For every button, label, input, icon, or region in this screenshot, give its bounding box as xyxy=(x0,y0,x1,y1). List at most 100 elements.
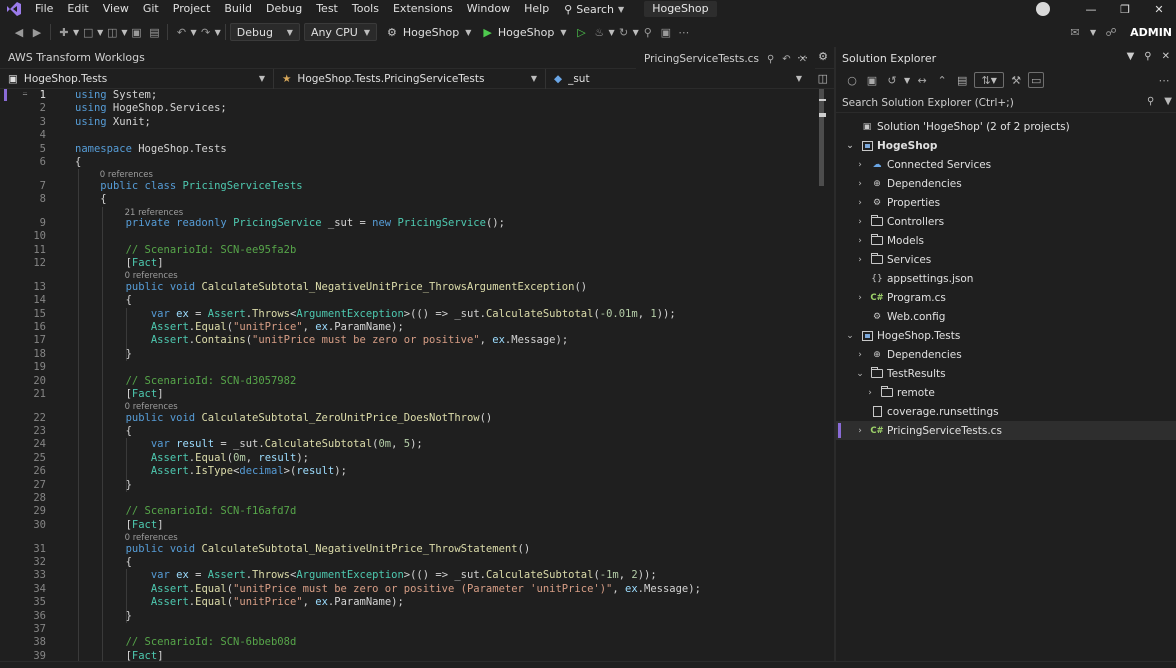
menu-item-window[interactable]: Window xyxy=(460,0,517,18)
code-line[interactable]: 3 using Xunit; xyxy=(0,116,820,129)
tree-item[interactable]: {} appsettings.json xyxy=(836,269,1176,288)
code-line[interactable]: 34 Assert.Equal("unitPrice must be zero … xyxy=(0,583,820,596)
tree-item[interactable]: ⌄ TestResults xyxy=(836,364,1176,383)
code-line[interactable]: 21 [Fact] xyxy=(0,388,820,401)
code-line[interactable]: 18 } xyxy=(0,348,820,361)
code-line[interactable]: 25 Assert.Equal(0m, result); xyxy=(0,452,820,465)
code-line[interactable]: 32 { xyxy=(0,556,820,569)
more-icon[interactable]: ⋯ xyxy=(1156,72,1172,88)
code-line[interactable]: 13 public void CalculateSubtotal_Negativ… xyxy=(0,281,820,294)
chevron-down-icon[interactable]: ▼ xyxy=(904,76,910,85)
tree-item[interactable]: ⌄ HogeShop xyxy=(836,136,1176,155)
chevron-right-icon[interactable]: › xyxy=(854,179,866,189)
code-line[interactable]: 14 { xyxy=(0,294,820,307)
collapse-all-icon[interactable]: ⌃ xyxy=(934,72,950,88)
code-line[interactable]: 22 public void CalculateSubtotal_ZeroUni… xyxy=(0,412,820,425)
code-line[interactable]: 5 namespace HogeShop.Tests xyxy=(0,143,820,156)
code-line[interactable]: 17 Assert.Contains("unitPrice must be ze… xyxy=(0,334,820,347)
menu-item-build[interactable]: Build xyxy=(217,0,259,18)
code-line[interactable]: 6{ xyxy=(0,156,820,169)
code-line[interactable]: 11 // ScenarioId: SCN-ee95fa2b xyxy=(0,244,820,257)
chevron-right-icon[interactable]: › xyxy=(864,388,876,398)
project-dropdown[interactable]: ▣ HogeShop.Tests ▼ xyxy=(0,68,274,89)
configuration-select[interactable]: Debug ▼ xyxy=(229,23,300,41)
tree-item[interactable]: › ⊕ Dependencies xyxy=(836,174,1176,193)
show-all-files-icon[interactable]: ▤ xyxy=(954,72,970,88)
tree-item[interactable]: › Controllers xyxy=(836,212,1176,231)
tree-item[interactable]: ▣ Solution 'HogeShop' (2 of 2 projects) xyxy=(836,117,1176,136)
undo-icon[interactable]: ↶ xyxy=(172,23,190,41)
menu-search[interactable]: ⚲ Search ▼ xyxy=(556,3,632,16)
more-icon[interactable]: ⋯ xyxy=(675,23,693,41)
switch-views-icon[interactable]: ↺ xyxy=(884,72,900,88)
menu-item-file[interactable]: File xyxy=(28,0,60,18)
pin-icon[interactable]: ⚲ xyxy=(1144,51,1151,62)
code-line[interactable]: 4 xyxy=(0,129,820,142)
back-icon[interactable]: ○ xyxy=(844,72,860,88)
tab-overflow-icon[interactable]: ⋯ xyxy=(797,51,808,64)
layout-icon[interactable]: ▣ xyxy=(657,23,675,41)
avatar[interactable] xyxy=(1036,2,1050,16)
menu-item-test[interactable]: Test xyxy=(309,0,345,18)
menu-item-git[interactable]: Git xyxy=(136,0,166,18)
code-line[interactable]: 16 Assert.Equal("unitPrice", ex.ParamNam… xyxy=(0,321,820,334)
tree-item[interactable]: coverage.runsettings xyxy=(836,402,1176,421)
code-line[interactable]: 19 xyxy=(0,361,820,374)
code-line[interactable]: 7 public class PricingServiceTests xyxy=(0,180,820,193)
chevron-right-icon[interactable]: › xyxy=(854,160,866,170)
code-line[interactable]: 24 var result = _sut.CalculateSubtotal(0… xyxy=(0,438,820,451)
tree-item[interactable]: › C# Program.cs xyxy=(836,288,1176,307)
tree-item[interactable]: › C# PricingServiceTests.cs xyxy=(836,421,1176,440)
code-line[interactable]: 35 Assert.Equal("unitPrice", ex.ParamNam… xyxy=(0,596,820,609)
start-without-debugging-icon[interactable]: ▷ xyxy=(572,23,590,41)
chevron-right-icon[interactable]: › xyxy=(854,293,866,303)
menu-item-help[interactable]: Help xyxy=(517,0,556,18)
save-all-icon[interactable]: ▤ xyxy=(145,23,163,41)
code-editor[interactable]: 1 using System; 2 using HogeShop.Services; 3… xyxy=(0,89,826,661)
code-line[interactable]: 26 Assert.IsType<decimal>(result); xyxy=(0,465,820,478)
restore-button[interactable]: ❐ xyxy=(1108,3,1142,16)
menu-item-extensions[interactable]: Extensions xyxy=(386,0,460,18)
new-project-icon[interactable]: ✚ xyxy=(55,23,73,41)
quick-action-icon[interactable]: ⍨ xyxy=(22,89,28,100)
tree-item[interactable]: › ☁ Connected Services xyxy=(836,155,1176,174)
chevron-right-icon[interactable]: › xyxy=(854,426,866,436)
save-icon[interactable]: ▣ xyxy=(127,23,145,41)
member-dropdown[interactable]: ◆ _sut ▼ xyxy=(546,69,810,89)
code-line[interactable]: 27 } xyxy=(0,479,820,492)
menu-item-tools[interactable]: Tools xyxy=(345,0,386,18)
code-line[interactable]: 10 xyxy=(0,230,820,243)
platform-select[interactable]: Any CPU ▼ xyxy=(303,23,377,41)
menu-item-edit[interactable]: Edit xyxy=(60,0,95,18)
code-line[interactable]: 9 private readonly PricingService _sut =… xyxy=(0,217,820,230)
back-icon[interactable]: ◀ xyxy=(10,23,28,41)
minimize-button[interactable]: — xyxy=(1074,3,1108,16)
code-line[interactable]: 2 using HogeShop.Services; xyxy=(0,102,820,115)
chevron-down-icon[interactable]: ▼ xyxy=(1127,51,1135,62)
code-line[interactable]: 39 [Fact] xyxy=(0,650,820,661)
split-window-icon[interactable]: ◫ xyxy=(818,72,828,85)
visual-studio-logo-icon[interactable] xyxy=(0,0,28,18)
tree-item[interactable]: › Services xyxy=(836,250,1176,269)
code-line[interactable]: 12 [Fact] xyxy=(0,257,820,270)
gear-icon[interactable]: ⚙ xyxy=(818,50,828,63)
chevron-down-icon[interactable]: ▼ xyxy=(1090,28,1096,37)
code-line[interactable]: 33 var ex = Assert.Throws<ArgumentExcept… xyxy=(0,569,820,582)
feedback-icon[interactable]: ✉ xyxy=(1066,23,1084,41)
account-label[interactable]: ADMIN xyxy=(1126,26,1176,39)
search-icon[interactable]: ⚲ xyxy=(1147,96,1154,107)
code-line[interactable]: 8 { xyxy=(0,193,820,206)
chevron-down-icon[interactable]: ⌄ xyxy=(844,141,856,151)
forward-icon[interactable]: ▶ xyxy=(28,23,46,41)
sync-icon[interactable]: ↔ xyxy=(914,72,930,88)
code-line[interactable]: 20 // ScenarioId: SCN-d3057982 xyxy=(0,375,820,388)
live-share-icon[interactable]: ☍ xyxy=(1102,23,1120,41)
browse-icon[interactable]: ⚲ xyxy=(639,23,657,41)
chevron-right-icon[interactable]: › xyxy=(854,236,866,246)
chevron-right-icon[interactable]: › xyxy=(854,350,866,360)
chevron-down-icon[interactable]: ▼ xyxy=(215,28,221,37)
code-line[interactable]: 37 xyxy=(0,623,820,636)
redo-icon[interactable]: ↷ xyxy=(197,23,215,41)
chevron-right-icon[interactable]: › xyxy=(854,255,866,265)
code-line[interactable]: 31 public void CalculateSubtotal_Negativ… xyxy=(0,543,820,556)
